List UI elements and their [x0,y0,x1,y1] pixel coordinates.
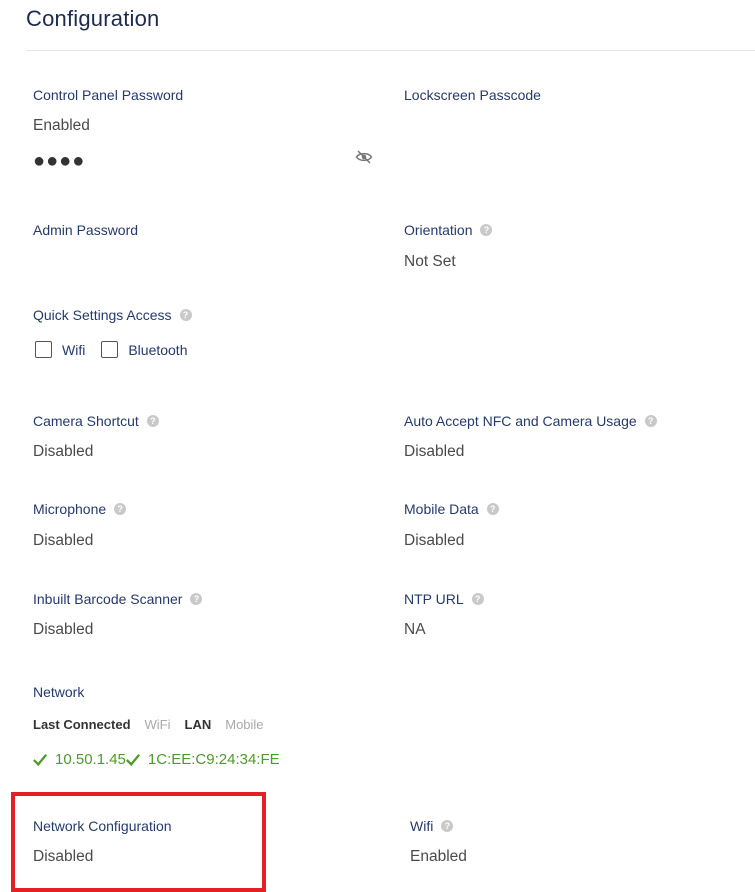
mobile-data-value: Disabled [404,532,465,549]
mac-address: 1C:EE:C9:24:34:FE [147,751,280,768]
help-circle-icon[interactable]: ? [146,415,159,427]
ntp-url-label: NTP URL ? [404,591,484,607]
ntp-url-label-text: NTP URL [404,591,464,607]
help-circle-icon[interactable]: ? [480,224,493,236]
control-panel-password-label-text: Control Panel Password [33,87,184,103]
title-divider [26,50,755,51]
check-icon [33,753,47,766]
help-circle-icon[interactable]: ? [486,503,499,515]
help-circle-icon[interactable]: ? [471,593,484,605]
wifi-value: Enabled [410,848,467,865]
tab-last-connected[interactable]: Last Connected [33,717,131,732]
help-circle-icon[interactable]: ? [644,415,657,427]
admin-password-label: Admin Password [33,222,138,238]
ip-address: 10.50.1.45 [55,751,126,768]
tab-wifi[interactable]: WiFi [145,717,171,732]
tab-mobile[interactable]: Mobile [225,717,263,732]
quick-settings-label-text: Quick Settings Access [33,307,172,323]
help-circle-icon[interactable]: ? [441,820,454,832]
orientation-label: Orientation ? [404,222,493,238]
barcode-scanner-label-text: Inbuilt Barcode Scanner [33,591,183,607]
barcode-scanner-label: Inbuilt Barcode Scanner ? [33,591,203,607]
camera-shortcut-label-text: Camera Shortcut [33,413,139,429]
help-circle-icon[interactable]: ? [114,503,127,515]
microphone-label-text: Microphone [33,501,107,517]
quick-settings-options: Wifi Bluetooth [35,341,204,358]
wifi-label: Wifi ? [410,818,454,834]
lockscreen-passcode-label: Lockscreen Passcode [404,87,541,103]
eye-off-icon[interactable] [355,149,373,165]
password-masked-value: ●●●● [33,150,86,172]
control-panel-password-status: Enabled [33,117,90,134]
admin-password-label-text: Admin Password [33,222,139,238]
help-circle-icon[interactable]: ? [179,309,192,321]
tab-lan[interactable]: LAN [185,717,212,732]
bluetooth-checkbox[interactable] [101,341,119,358]
ntp-url-value: NA [404,621,426,638]
barcode-scanner-value: Disabled [33,621,94,638]
auto-accept-nfc-label: Auto Accept NFC and Camera Usage ? [404,413,657,429]
microphone-label: Microphone ? [33,501,127,517]
check-icon [125,753,140,766]
orientation-label-text: Orientation [404,222,473,238]
wifi-checkbox-label[interactable]: Wifi [62,342,85,358]
help-circle-icon[interactable]: ? [190,593,203,605]
network-label: Network [33,684,84,700]
microphone-value: Disabled [33,532,94,549]
wifi-checkbox[interactable] [35,341,52,358]
network-tabs: Last Connected WiFi LAN Mobile [33,717,264,732]
mobile-data-label-text: Mobile Data [404,501,479,517]
orientation-value: Not Set [404,253,456,270]
bluetooth-checkbox-label[interactable]: Bluetooth [128,342,187,358]
lockscreen-passcode-label-text: Lockscreen Passcode [404,87,541,103]
network-status: 10.50.1.45 1C:EE:C9:24:34:FE [33,751,280,768]
wifi-label-text: Wifi [410,818,434,834]
control-panel-password-label: Control Panel Password [33,87,183,103]
mobile-data-label: Mobile Data ? [404,501,499,517]
network-label-text: Network [33,684,85,700]
quick-settings-label: Quick Settings Access ? [33,307,192,323]
page-title: Configuration [26,6,160,31]
highlight-box [11,792,266,892]
camera-shortcut-label: Camera Shortcut ? [33,413,159,429]
auto-accept-nfc-value: Disabled [404,443,465,460]
auto-accept-nfc-label-text: Auto Accept NFC and Camera Usage [404,413,637,429]
camera-shortcut-value: Disabled [33,443,94,460]
